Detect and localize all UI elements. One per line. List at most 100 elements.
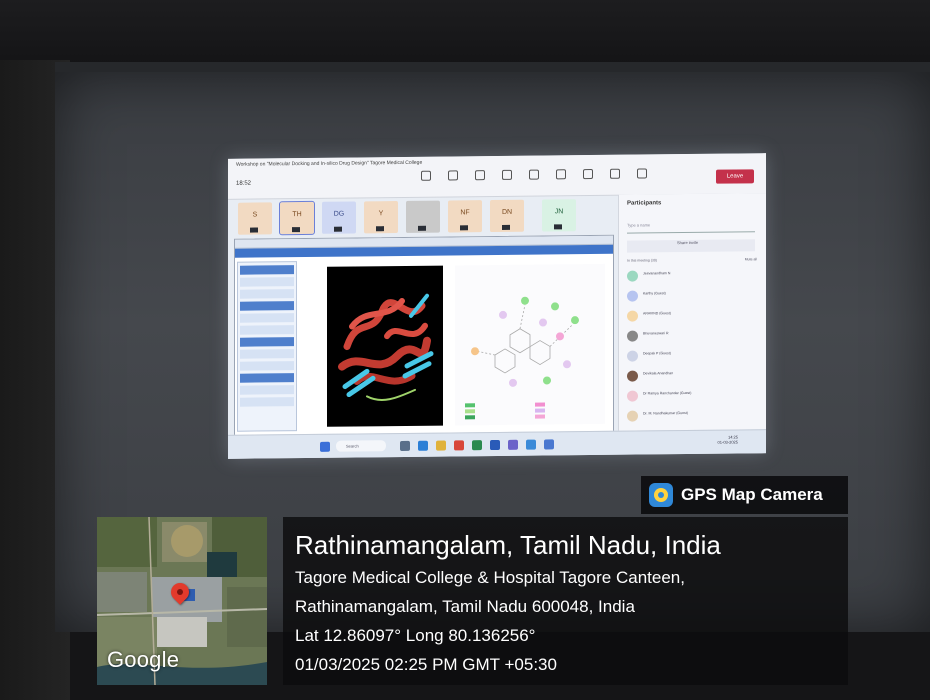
react-icon[interactable]: [499, 169, 515, 188]
participant-row[interactable]: Bhuvaneswari R: [627, 327, 759, 344]
in-meeting-count: In this meeting (30): [627, 258, 657, 263]
mute-all-button[interactable]: Mute all: [745, 257, 757, 261]
mic-muted-icon: [292, 227, 300, 233]
participant-tile[interactable]: S: [238, 202, 272, 235]
tile-initials: Y: [378, 210, 384, 218]
participant-row[interactable]: Karthy (Guest): [627, 287, 759, 304]
mic-muted-icon: [554, 224, 562, 230]
participant-row[interactable]: Jeevanandham N: [627, 267, 759, 284]
participant-tile[interactable]: Y: [364, 201, 398, 234]
taskbar-clock: 14:25 01-03-2025: [718, 434, 738, 444]
tile-initials: JN: [554, 208, 564, 216]
location-title: Rathinamangalam, Tamil Nadu, India: [295, 530, 721, 560]
shared-docking-software-window: [234, 234, 614, 437]
participant-tile[interactable]: TH: [279, 200, 315, 236]
avatar: [627, 390, 638, 402]
raise-hand-icon[interactable]: [472, 170, 488, 188]
participant-row[interactable]: Dr Ramya Ranchandar (Guest): [627, 387, 759, 404]
meeting-title: Workshop on "Molecular Docking and In-si…: [236, 159, 423, 168]
gps-map-camera-badge: GPS Map Camera: [641, 476, 848, 514]
participant-row[interactable]: ARAVIND (Guest): [627, 307, 759, 324]
participant-row[interactable]: Deepak P (Guest): [627, 347, 759, 364]
file-explorer-icon[interactable]: [436, 440, 446, 451]
address-line-2: Rathinamangalam, Tamil Nadu 600048, Indi…: [295, 597, 635, 616]
leave-button[interactable]: Leave: [716, 169, 754, 184]
participant-name: Jeevanandham N: [643, 271, 671, 276]
app-icon[interactable]: [526, 439, 536, 450]
docking-app-icon[interactable]: [544, 439, 554, 450]
mic-muted-icon: [418, 225, 426, 231]
share-icon[interactable]: [634, 168, 650, 186]
camera-icon[interactable]: [580, 168, 596, 187]
excel-icon[interactable]: [472, 440, 482, 451]
address-line-1: Tagore Medical College & Hospital Tagore…: [295, 568, 685, 587]
participant-name: Bhuvaneswari R: [643, 331, 669, 336]
participants-title: Participants: [627, 200, 662, 207]
participant-search-input[interactable]: Type a name: [627, 221, 755, 234]
people-icon[interactable]: [445, 170, 461, 188]
participants-panel: Participants Type a name Share invite In…: [618, 193, 766, 431]
teams-icon[interactable]: [508, 439, 518, 450]
satellite-map-thumbnail: Google: [97, 517, 267, 685]
date-time: 01/03/2025 02:25 PM GMT +05:30: [295, 655, 557, 674]
chat-icon[interactable]: [418, 170, 434, 189]
avatar: [627, 410, 638, 422]
edge-icon[interactable]: [418, 440, 428, 451]
taskbar-search-input[interactable]: Search: [336, 440, 386, 452]
more-icon[interactable]: [553, 169, 569, 187]
participant-name: Devikala Anandhan: [643, 371, 674, 376]
teams-top-bar: Workshop on "Molecular Docking and In-si…: [228, 153, 766, 200]
participant-name: Dr. M. Nandhakumar (Guest): [643, 411, 688, 416]
participant-tile[interactable]: DN: [490, 199, 524, 233]
meeting-timer: 18:52: [236, 180, 252, 187]
tile-initials: DG: [333, 210, 345, 218]
tile-initials: DN: [501, 208, 513, 216]
avatar: [627, 370, 638, 382]
tool-panel: [237, 261, 297, 432]
protein-structure-image: [338, 293, 434, 401]
word-icon[interactable]: [490, 439, 500, 451]
meeting-toolbar: [418, 168, 650, 188]
tile-initials: S: [252, 211, 258, 219]
search-placeholder: Type a name: [627, 222, 651, 228]
task-view-icon[interactable]: [400, 440, 410, 452]
mic-muted-icon: [250, 227, 258, 233]
avatar: [627, 290, 638, 302]
avatar: [627, 310, 638, 322]
participant-tile[interactable]: DG: [322, 201, 356, 234]
participant-row[interactable]: Dr. M. Nandhakumar (Guest): [627, 407, 759, 424]
gps-camera-logo-icon: [649, 483, 673, 507]
avatar: [627, 330, 638, 342]
participant-tiles: S TH DG Y NF DN JN: [238, 199, 576, 236]
interaction-2d-diagram: [465, 296, 579, 420]
mic-muted-icon: [502, 224, 510, 230]
protein-3d-viewer: [327, 265, 443, 427]
avatar: [627, 270, 638, 282]
chrome-icon[interactable]: [454, 440, 464, 451]
projected-teams-window: Workshop on "Molecular Docking and In-si…: [228, 153, 766, 459]
google-logo: Google: [107, 647, 180, 672]
participant-name: ARAVIND (Guest): [643, 311, 671, 316]
mic-icon[interactable]: [607, 168, 623, 187]
coordinates: Lat 12.86097° Long 80.136256°: [295, 626, 536, 645]
windows-start-icon[interactable]: [320, 441, 330, 452]
mic-muted-icon: [460, 225, 468, 231]
participant-row[interactable]: Devikala Anandhan: [627, 367, 759, 384]
participant-name: Dr Ramya Ranchandar (Guest): [643, 390, 692, 396]
location-info-panel: Rathinamangalam, Tamil Nadu, India Tagor…: [283, 517, 848, 685]
mic-muted-icon: [334, 226, 342, 232]
ligand-interaction-diagram: [455, 263, 605, 426]
participant-name: Karthy (Guest): [643, 291, 666, 296]
taskbar-date: 01-03-2025: [717, 439, 738, 445]
avatar: [627, 350, 638, 362]
participant-tile[interactable]: [406, 200, 440, 233]
tile-initials: NF: [460, 209, 470, 217]
brand-name: GPS Map Camera: [681, 485, 823, 504]
participant-tile[interactable]: NF: [448, 200, 482, 233]
participant-name: Deepak P (Guest): [643, 351, 671, 356]
tile-initials: TH: [292, 211, 302, 219]
participant-tile[interactable]: JN: [542, 199, 576, 232]
share-invite-button[interactable]: Share invite: [627, 239, 755, 253]
mic-muted-icon: [376, 226, 384, 232]
view-icon[interactable]: [526, 169, 542, 188]
